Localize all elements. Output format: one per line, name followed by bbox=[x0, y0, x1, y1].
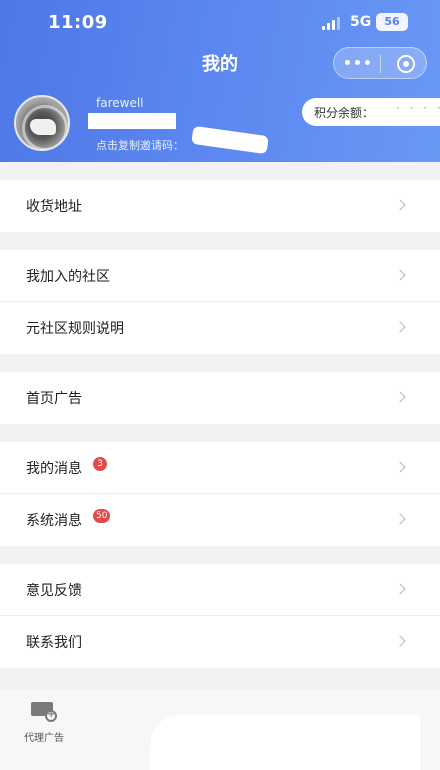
tab-agent-ads[interactable]: 代理广告 bbox=[14, 700, 74, 750]
close-miniprogram-icon[interactable] bbox=[397, 55, 415, 73]
status-bar: 11:09 5G 56 bbox=[0, 0, 440, 46]
more-icon[interactable] bbox=[345, 60, 371, 66]
invite-code-copy[interactable]: 点击复制邀请码： bbox=[96, 137, 184, 153]
menu-item-shipping-address[interactable]: 收货地址 bbox=[0, 180, 440, 232]
menu-item-community-rules[interactable]: 元社区规则说明 bbox=[0, 302, 440, 354]
tab-label: 代理广告 bbox=[24, 733, 64, 744]
menu-group-messages: 我的消息 3 系统消息 50 bbox=[0, 442, 440, 546]
chevron-right-icon bbox=[394, 199, 406, 211]
menu-item-system-messages[interactable]: 系统消息 50 bbox=[0, 494, 440, 546]
chevron-right-icon bbox=[394, 391, 406, 403]
chevron-right-icon bbox=[394, 269, 406, 281]
status-time: 11:09 bbox=[48, 12, 108, 33]
menu-item-label: 联系我们 bbox=[26, 635, 82, 651]
menu-item-label: 收货地址 bbox=[26, 199, 82, 215]
menu-item-my-messages[interactable]: 我的消息 3 bbox=[0, 442, 440, 494]
redaction-mark bbox=[191, 125, 269, 155]
monitor-add-icon bbox=[29, 700, 57, 722]
menu-group-address: 收货地址 bbox=[0, 180, 440, 232]
menu-group-support: 意见反馈 联系我们 bbox=[0, 564, 440, 668]
menu-item-label: 系统消息 bbox=[26, 513, 82, 529]
chevron-right-icon bbox=[394, 321, 406, 333]
menu-item-label: 首页广告 bbox=[26, 391, 82, 407]
menu-item-homepage-ads[interactable]: 首页广告 bbox=[0, 372, 440, 424]
unread-badge: 50 bbox=[93, 509, 111, 523]
network-label: 5G bbox=[350, 14, 372, 30]
chevron-right-icon bbox=[394, 583, 406, 595]
username: farewell bbox=[96, 96, 144, 110]
redaction-mark bbox=[150, 715, 420, 770]
points-label: 积分余额： bbox=[314, 106, 375, 120]
menu-item-label: 我加入的社区 bbox=[26, 269, 110, 285]
avatar[interactable] bbox=[14, 95, 70, 151]
points-balance[interactable]: 积分余额： · · · · bbox=[302, 98, 440, 126]
chevron-right-icon bbox=[394, 635, 406, 647]
profile-header: 11:09 5G 56 我的 farewell 点击复制邀请码： 积分余额： ·… bbox=[0, 0, 440, 162]
unread-badge: 3 bbox=[93, 457, 107, 471]
menu-item-my-communities[interactable]: 我加入的社区 bbox=[0, 250, 440, 302]
menu-item-label: 意见反馈 bbox=[26, 583, 82, 599]
points-value: · · · · bbox=[396, 101, 440, 115]
menu-item-feedback[interactable]: 意见反馈 bbox=[0, 564, 440, 616]
menu-item-label: 元社区规则说明 bbox=[26, 321, 124, 337]
signal-icon bbox=[322, 16, 342, 30]
menu-group-community: 我加入的社区 元社区规则说明 bbox=[0, 250, 440, 354]
chevron-right-icon bbox=[394, 513, 406, 525]
battery-icon: 56 bbox=[376, 13, 408, 31]
menu-group-ads: 首页广告 bbox=[0, 372, 440, 424]
redaction-mark bbox=[88, 113, 176, 129]
miniprogram-capsule bbox=[333, 47, 427, 79]
menu-item-label: 我的消息 bbox=[26, 461, 82, 477]
chevron-right-icon bbox=[394, 461, 406, 473]
capsule-divider bbox=[380, 55, 381, 73]
menu-item-contact-us[interactable]: 联系我们 bbox=[0, 616, 440, 668]
